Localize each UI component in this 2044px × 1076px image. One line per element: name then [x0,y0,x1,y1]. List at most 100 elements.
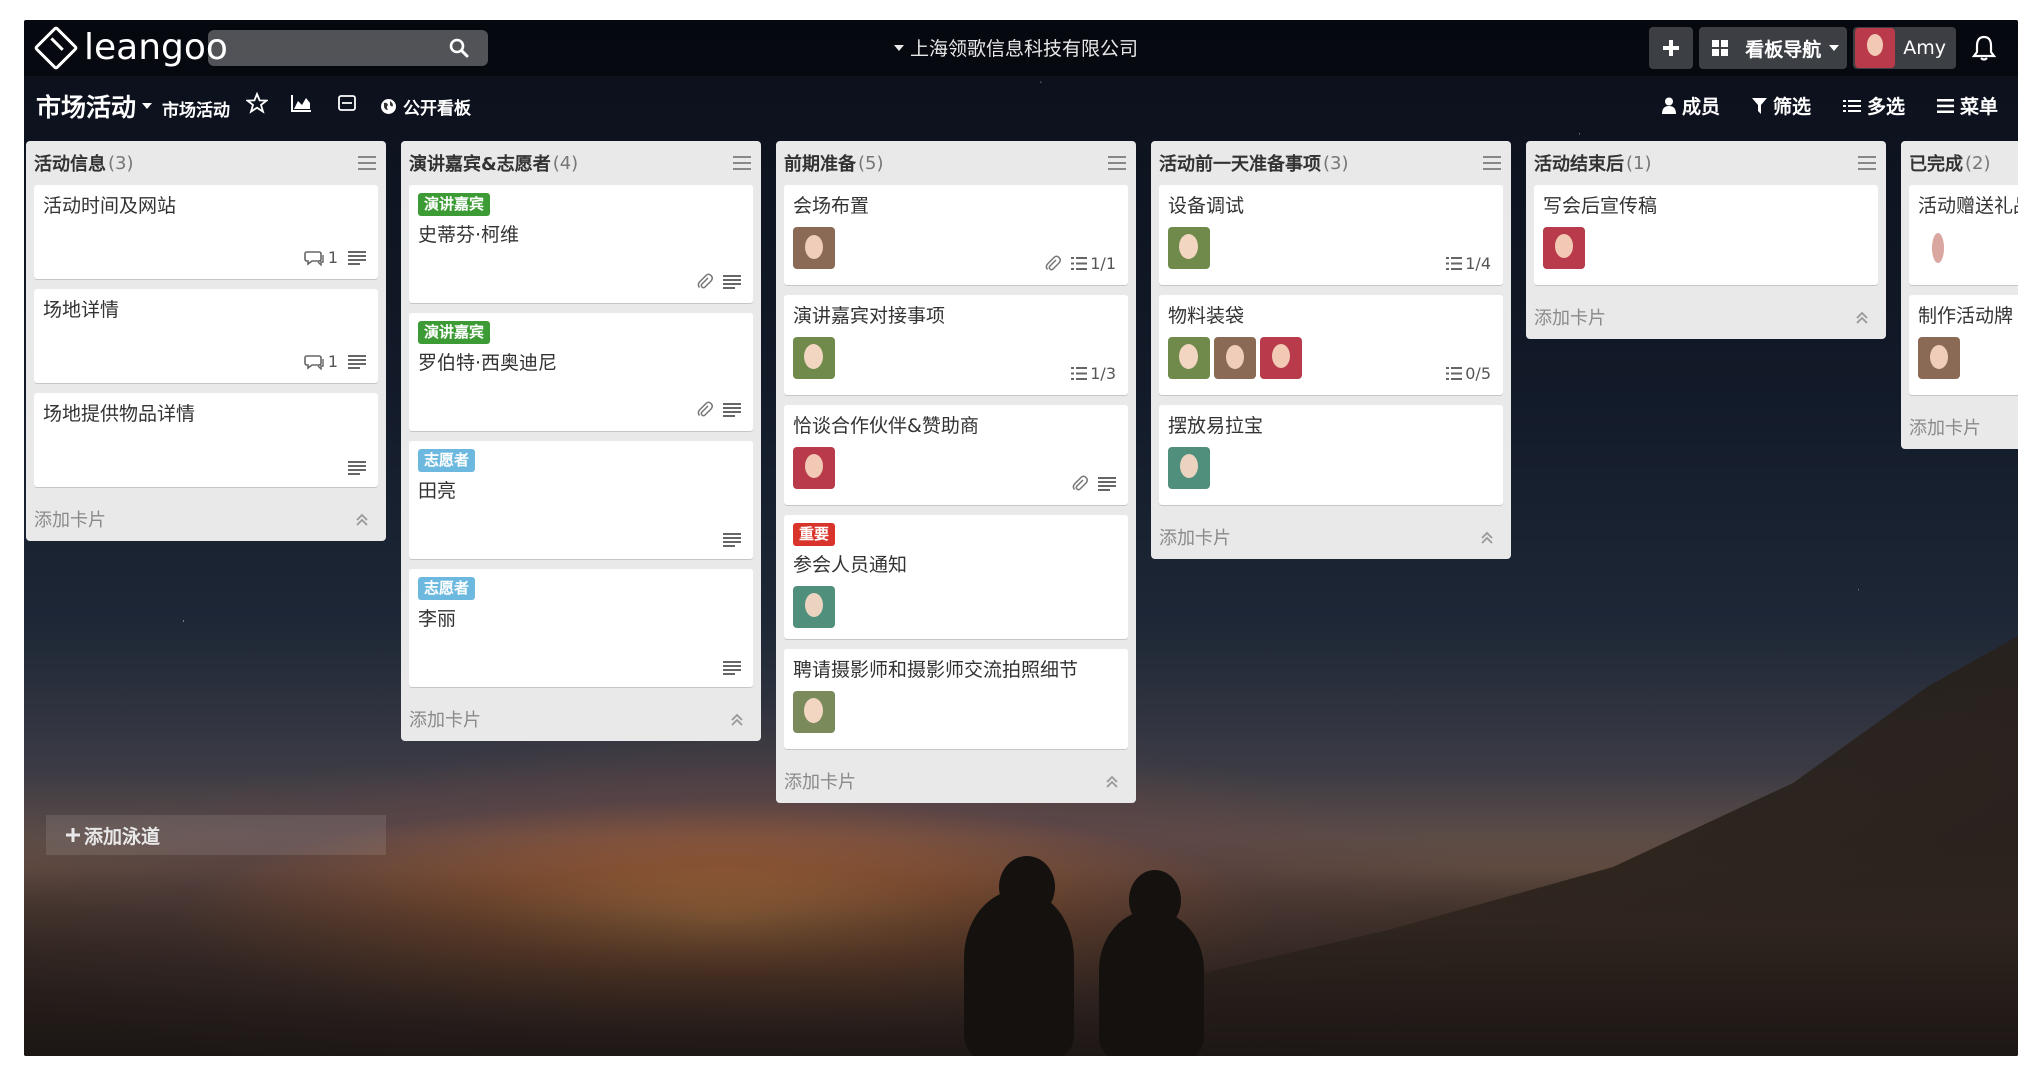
add-card-button[interactable]: 添加卡片 [409,697,753,741]
card[interactable]: 设备调试 1/4 [1159,185,1503,285]
card[interactable]: 场地详情 1 [34,289,378,383]
list-menu-icon[interactable] [1858,156,1876,170]
card[interactable]: 演讲嘉宾对接事项 1/3 [784,295,1128,395]
card[interactable]: 聘请摄影师和摄影师交流拍照细节 [784,649,1128,749]
list-header[interactable]: 演讲嘉宾&志愿者 (4) [409,141,753,185]
filter-button[interactable]: 筛选 [1751,92,1811,119]
board-title-dropdown[interactable]: 市场活动 [36,88,153,124]
card-title: 活动赠送礼品 [1918,195,2018,217]
plus-icon [1663,40,1680,56]
card[interactable]: 重要 参会人员通知 [784,515,1128,639]
card[interactable]: 制作活动牌 [1909,295,2018,395]
notifications-button[interactable] [1962,27,2006,69]
add-card-button[interactable]: 添加卡片 [1159,515,1503,559]
card-members [793,691,1119,733]
card[interactable]: 写会后宣传稿 [1534,185,1878,285]
checklist-progress: 1/1 [1090,254,1116,273]
list-completed: 已完成 (2) 活动赠送礼品 制作活动牌 添加卡片 [1901,141,2018,449]
members-button[interactable]: 成员 [1661,92,1720,119]
add-card-button[interactable]: 添加卡片 [1909,405,2018,449]
silhouette-person-right [1099,910,1204,1056]
card-badges [1072,475,1116,493]
add-card-label: 添加卡片 [1159,528,1231,549]
user-menu[interactable]: Amy [1853,27,1956,69]
card-label-red: 重要 [793,523,836,546]
card[interactable]: 演讲嘉宾 罗伯特·西奥迪尼 [409,313,753,431]
add-card-button[interactable]: 添加卡片 [1534,295,1878,339]
user-avatar [1855,28,1896,68]
card-title: 场地提供物品详情 [43,403,196,425]
list-header[interactable]: 已完成 (2) [1909,141,2018,185]
card[interactable]: 活动时间及网站 1 [34,185,378,279]
chart-icon[interactable] [290,92,312,114]
chevron-double-up-icon[interactable] [1854,309,1870,325]
add-lane-button[interactable]: 添加泳道 [46,815,386,855]
card-title: 会场布置 [793,195,870,217]
list-title: 演讲嘉宾&志愿者 [409,154,551,175]
card[interactable]: 志愿者 李丽 [409,569,753,687]
search-icon[interactable] [449,38,469,58]
list-header[interactable]: 活动结束后 (1) [1534,141,1878,185]
card[interactable]: 会场布置 1/1 [784,185,1128,285]
visibility-button[interactable]: 公开看板 [380,94,471,119]
description-icon [348,250,366,265]
member-avatar [1168,447,1210,489]
add-card-label: 添加卡片 [1909,418,1981,439]
card[interactable]: 摆放易拉宝 [1159,405,1503,505]
search-input[interactable] [208,30,488,66]
organization-switcher[interactable]: 上海领歌信息科技有限公司 [894,34,1138,61]
chevron-double-up-icon[interactable] [1104,773,1120,789]
list-count: (3) [1323,152,1349,174]
add-button[interactable] [1649,27,1694,69]
card[interactable]: 活动赠送礼品 [1909,185,2018,285]
chevron-double-up-icon[interactable] [1479,529,1495,545]
member-avatar [793,227,835,269]
card-members [793,447,1119,489]
add-card-button[interactable]: 添加卡片 [34,497,378,541]
card[interactable]: 志愿者 田亮 [409,441,753,559]
card-label-green: 演讲嘉宾 [418,321,491,344]
paperclip-icon [1045,255,1062,270]
board-subtitle[interactable]: 市场活动 [162,96,230,121]
add-card-button[interactable]: 添加卡片 [784,759,1128,803]
card[interactable]: 场地提供物品详情 [34,393,378,487]
chevron-double-up-icon[interactable] [354,511,370,527]
card-badges: 1 [304,352,366,371]
description-icon [1098,477,1116,491]
card[interactable]: 物料装袋 0/5 [1159,295,1503,395]
list-count: (1) [1626,152,1652,174]
list-header[interactable]: 前期准备 (5) [784,141,1128,185]
member-avatar [1168,337,1210,379]
card-members [1168,337,1494,379]
list-header[interactable]: 活动前一天准备事项 (3) [1159,141,1503,185]
description-icon [723,275,741,289]
logo[interactable]: leangoo [33,25,228,71]
star-icon[interactable] [246,92,268,114]
list-header[interactable]: 活动信息 (3) [34,141,378,185]
menu-button[interactable]: 菜单 [1936,92,1998,119]
chevron-double-up-icon[interactable] [729,711,745,727]
checklist-icon [1071,367,1088,380]
plus-icon [66,828,80,842]
list-menu-icon[interactable] [1108,156,1126,170]
card-title: 写会后宣传稿 [1543,195,1658,217]
card-members [1918,227,2018,269]
checklist-progress: 0/5 [1465,364,1491,383]
logo-diamond-icon [33,25,79,71]
card-members [1168,447,1494,489]
board-nav-button[interactable]: 看板导航 [1699,27,1848,69]
add-card-label: 添加卡片 [34,510,106,531]
archive-icon[interactable] [336,92,358,114]
card[interactable]: 演讲嘉宾 史蒂芬·柯维 [409,185,753,303]
paperclip-icon [697,273,713,289]
description-icon [348,354,366,369]
multi-select-button[interactable]: 多选 [1842,92,1905,119]
card[interactable]: 恰谈合作伙伴&赞助商 [784,405,1128,505]
list-menu-icon[interactable] [1483,156,1501,170]
list-menu-icon[interactable] [733,156,751,170]
checklist-icon [1446,367,1463,380]
list-menu-icon[interactable] [358,156,376,170]
caret-down-icon [894,44,904,51]
member-avatar [1918,227,1960,269]
list-after-event: 活动结束后 (1) 写会后宣传稿 添加卡片 [1526,141,1886,339]
